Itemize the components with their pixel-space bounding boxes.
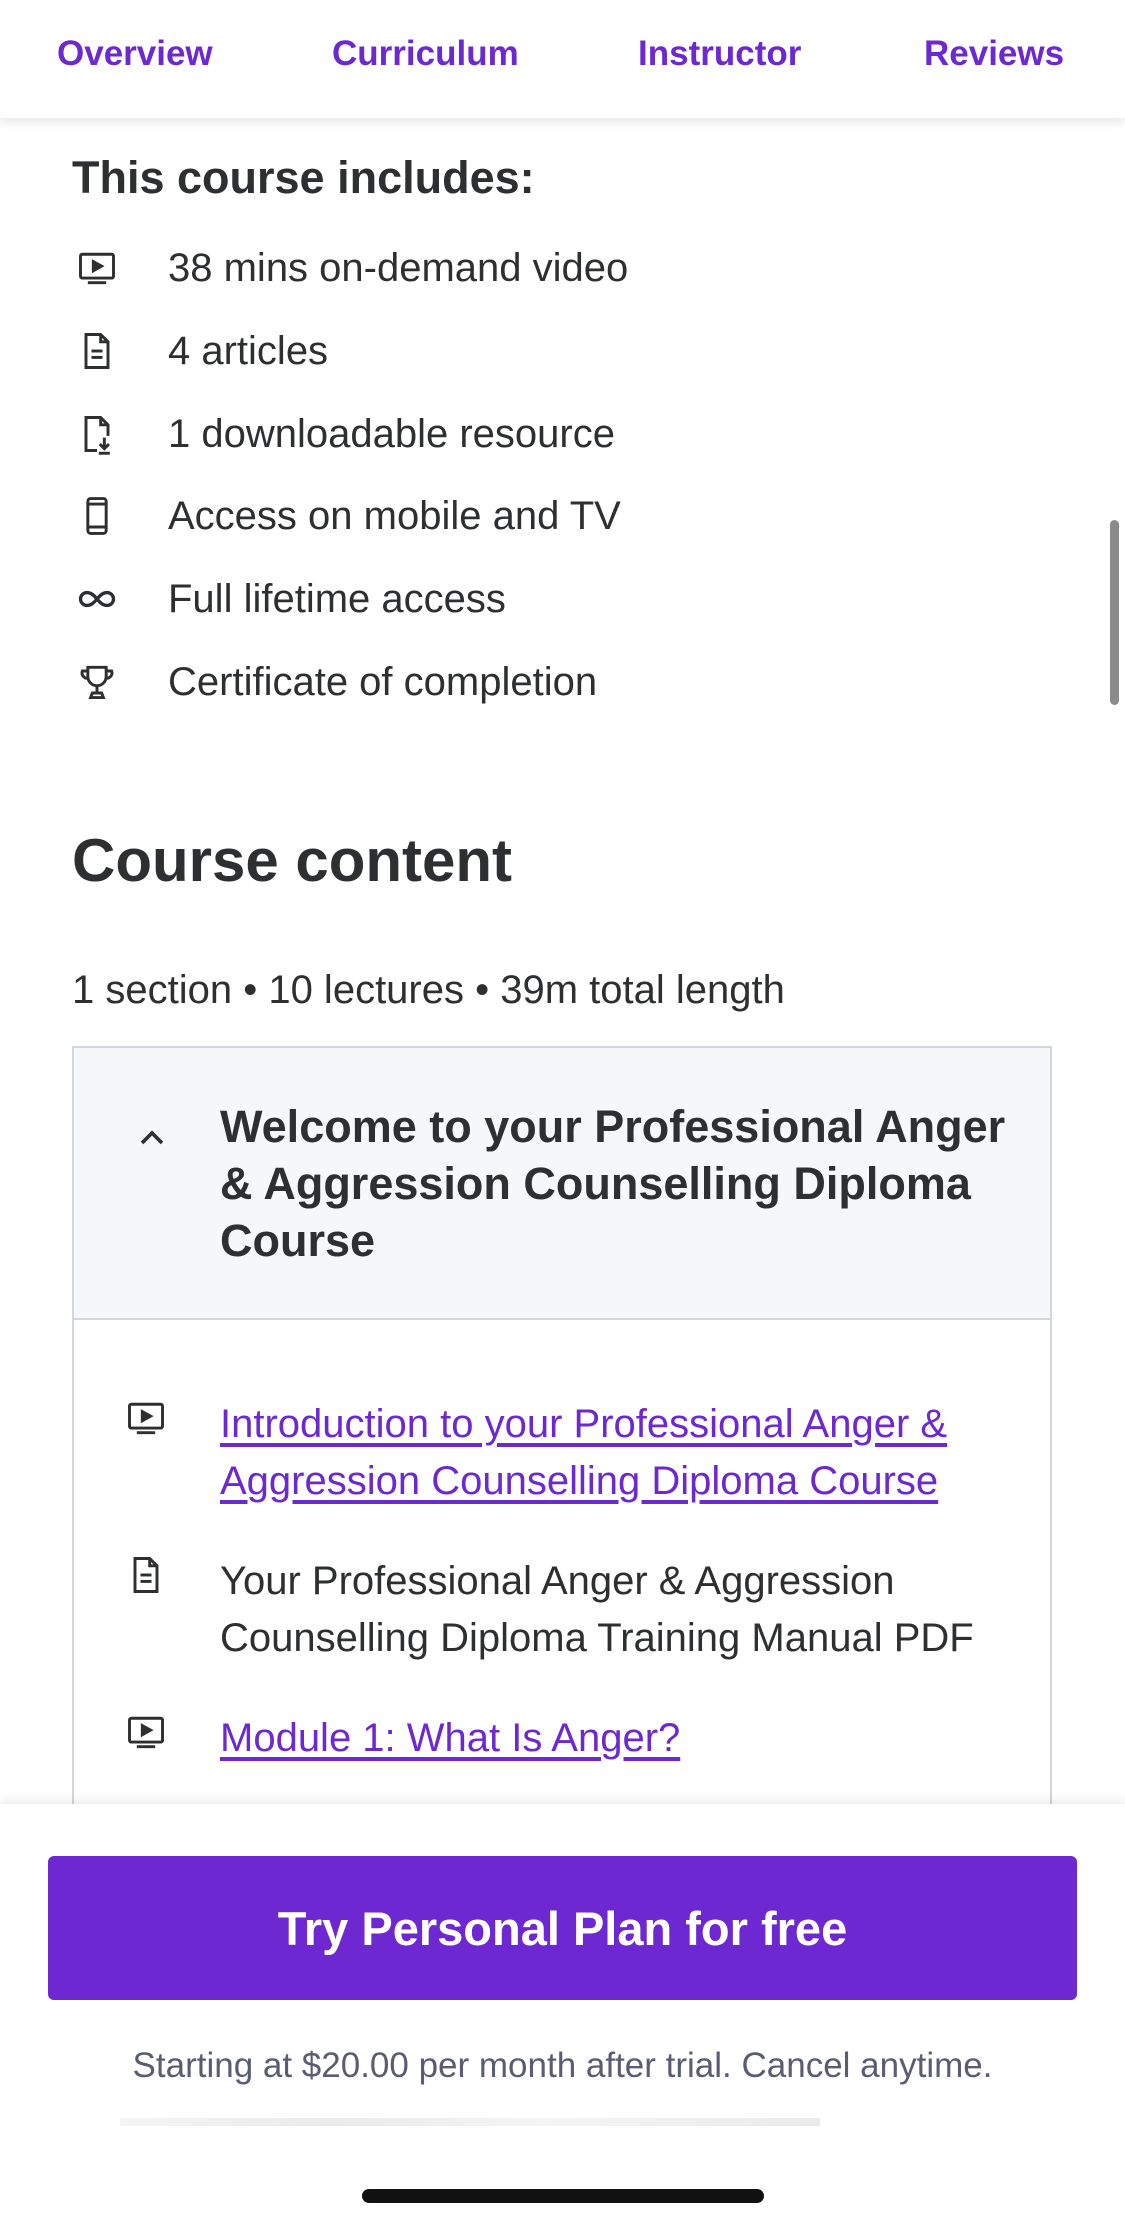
home-indicator[interactable] [362, 2189, 764, 2203]
course-content-meta: 1 section • 10 lectures • 39m total leng… [72, 968, 785, 1012]
includes-title: This course includes: [72, 152, 535, 203]
chevron-up-icon [140, 1130, 164, 1145]
video-icon [72, 243, 122, 293]
section-header[interactable]: Welcome to your Professional Anger & Agg… [74, 1048, 1050, 1320]
include-text: 1 downloadable resource [168, 411, 615, 456]
section-title: Welcome to your Professional Anger & Agg… [220, 1101, 1006, 1266]
faded-content [120, 2110, 820, 2134]
mobile-icon [72, 491, 122, 541]
lecture-title: Your Professional Anger & Aggression Cou… [220, 1559, 974, 1660]
include-item: 1 downloadable resource [72, 404, 972, 464]
try-personal-plan-button[interactable]: Try Personal Plan for free [48, 1856, 1077, 2000]
include-text: Full lifetime access [168, 576, 506, 621]
lecture-link[interactable]: Module 1: What Is Anger? [220, 1710, 1020, 1767]
include-item: 4 articles [72, 321, 972, 381]
article-icon [72, 326, 122, 376]
curriculum-section: Welcome to your Professional Anger & Agg… [72, 1046, 1052, 1806]
video-icon [124, 1396, 174, 1446]
tab-reviews[interactable]: Reviews [924, 34, 1064, 74]
include-item: Full lifetime access [72, 569, 972, 629]
course-content-title: Course content [72, 827, 513, 894]
include-item: 38 mins on-demand video [72, 238, 972, 298]
article-icon [124, 1553, 174, 1603]
include-item: Access on mobile and TV [72, 486, 972, 546]
include-text: Certificate of completion [168, 659, 598, 704]
include-text: 4 articles [168, 328, 329, 373]
download-file-icon [72, 409, 122, 459]
tab-bar: Overview Curriculum Instructor Reviews [0, 0, 1125, 118]
trophy-icon [72, 657, 122, 707]
include-text: Access on mobile and TV [168, 493, 621, 538]
cta-subtext: Starting at $20.00 per month after trial… [132, 2046, 993, 2085]
scrollbar[interactable] [1110, 520, 1119, 705]
lecture-link[interactable]: Introduction to your Professional Anger … [220, 1396, 1020, 1510]
tab-instructor[interactable]: Instructor [638, 34, 801, 74]
cta-bar: Try Personal Plan for free Starting at $… [0, 1804, 1125, 2225]
video-icon [124, 1710, 174, 1760]
include-item: Certificate of completion [72, 652, 972, 712]
tab-curriculum[interactable]: Curriculum [332, 34, 519, 74]
infinity-icon [72, 574, 122, 624]
include-text: 38 mins on-demand video [168, 245, 629, 290]
tab-overview[interactable]: Overview [57, 34, 213, 74]
